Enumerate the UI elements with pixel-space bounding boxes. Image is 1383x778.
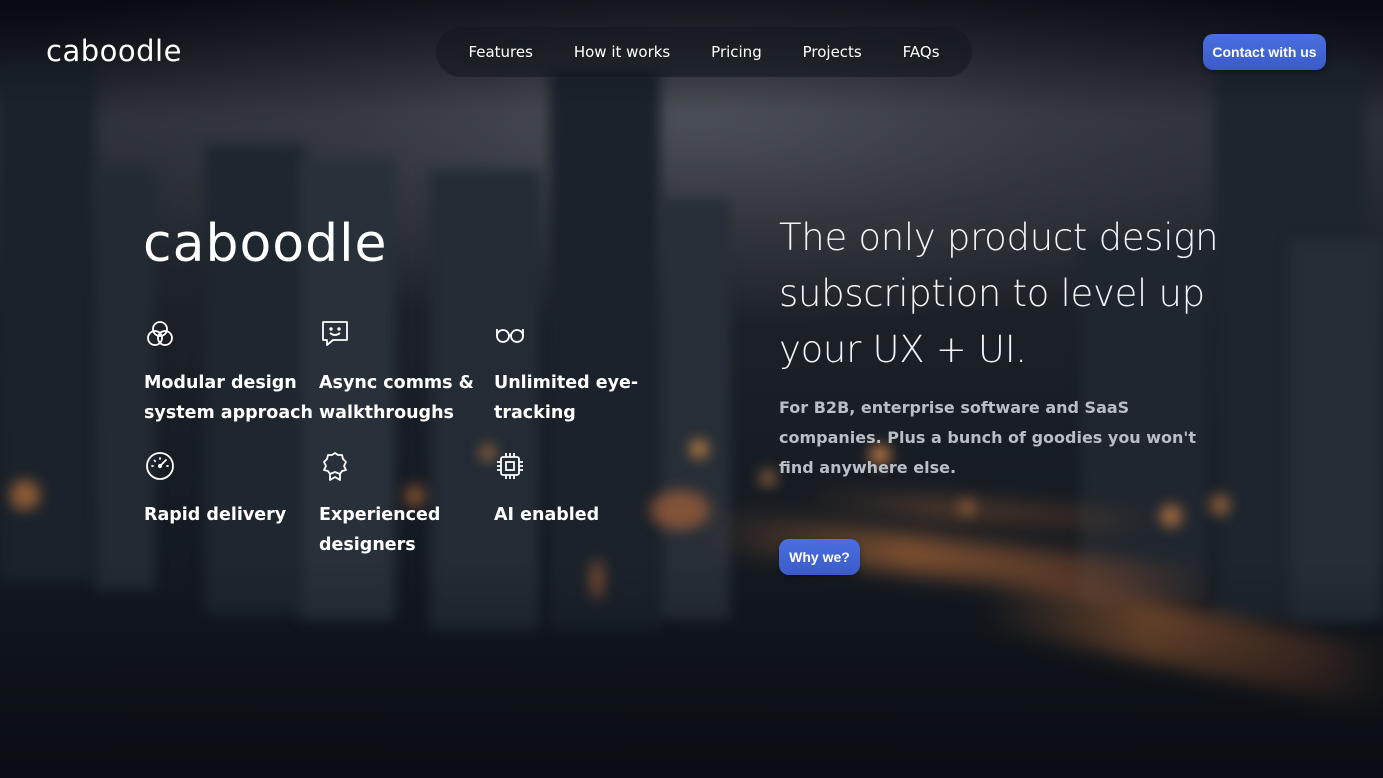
why-we-button[interactable]: Why we? xyxy=(779,539,860,575)
feature-label: Async comms & walkthroughs xyxy=(319,373,474,423)
hero-logo: caboodle xyxy=(143,214,388,274)
nav-item-faqs[interactable]: FAQs xyxy=(895,37,948,67)
feature-eye-tracking: Unlimited eye-tracking xyxy=(494,318,669,428)
nav-item-how-it-works[interactable]: How it works xyxy=(566,37,678,67)
nav-item-pricing[interactable]: Pricing xyxy=(703,37,770,67)
award-badge-icon xyxy=(319,450,351,482)
nav-item-projects[interactable]: Projects xyxy=(795,37,870,67)
brand-logo[interactable]: caboodle xyxy=(46,34,182,68)
hero-headline: The only product design subscription to … xyxy=(779,216,1219,371)
feature-label: Unlimited eye-tracking xyxy=(494,373,639,423)
feature-label: Experienced designers xyxy=(319,505,441,555)
main-nav: Features How it works Pricing Projects F… xyxy=(436,27,972,77)
feature-ai-enabled: AI enabled xyxy=(494,450,669,530)
overlapping-circles-icon xyxy=(144,318,176,350)
feature-modular-design: Modular design system approach xyxy=(144,318,319,428)
speedometer-icon xyxy=(144,450,176,482)
feature-label: Rapid delivery xyxy=(144,505,287,525)
feature-async-comms: Async comms & walkthroughs xyxy=(319,318,494,428)
feature-experienced-designers: Experienced designers xyxy=(319,450,494,560)
chip-icon xyxy=(494,450,526,482)
nav-item-features[interactable]: Features xyxy=(460,37,541,67)
smiley-chat-icon xyxy=(319,318,351,350)
feature-rapid-delivery: Rapid delivery xyxy=(144,450,319,530)
glasses-icon xyxy=(494,318,526,350)
hero-subheadline: For B2B, enterprise software and SaaS co… xyxy=(779,398,1196,477)
feature-label: AI enabled xyxy=(494,505,600,525)
contact-button[interactable]: Contact with us xyxy=(1203,34,1326,70)
feature-label: Modular design system approach xyxy=(144,373,313,423)
